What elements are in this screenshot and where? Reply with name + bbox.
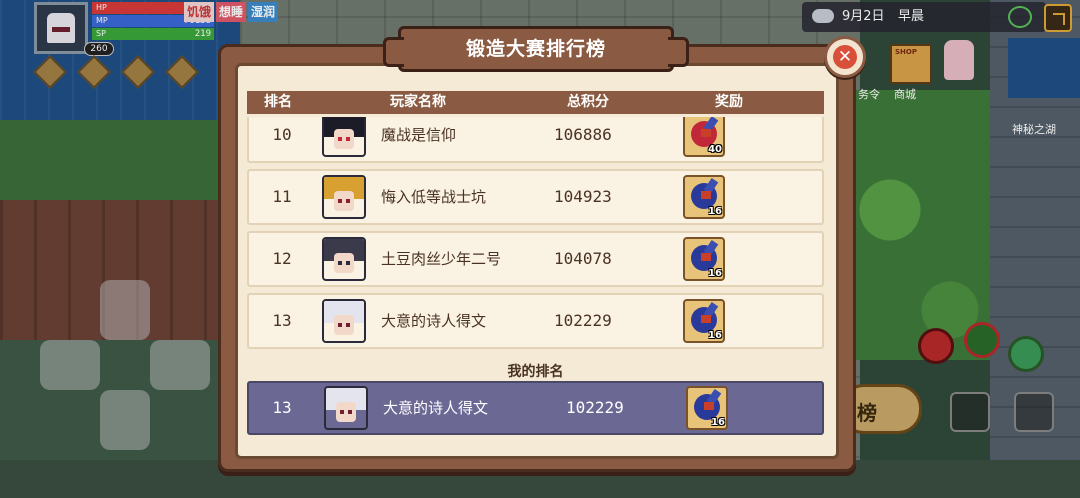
player-avatar[interactable] — [322, 299, 366, 343]
avatar-eye — [338, 261, 342, 265]
reward-item[interactable]: 40 — [683, 117, 725, 157]
avatar-eye — [338, 199, 342, 203]
row-rank: 11 — [272, 187, 292, 206]
avatar-eye — [340, 410, 344, 414]
row-score: 106886 — [554, 125, 612, 144]
reward-item-ribbon — [701, 191, 711, 199]
player-avatar[interactable] — [322, 237, 366, 281]
row-player-name: 魔战是信仰 — [381, 126, 457, 144]
reward-item[interactable]: 16 — [683, 299, 725, 343]
row-player-name: 大意的诗人得文 — [381, 312, 487, 330]
table-row[interactable]: 13 大意的诗人得文 102229 16 — [247, 293, 824, 349]
header-total-score: 总积分 — [567, 94, 609, 110]
close-button[interactable]: ✕ — [824, 36, 866, 78]
reward-item-ribbon — [701, 129, 711, 137]
reward-item[interactable]: 16 — [683, 175, 725, 219]
my-rank-row[interactable]: 13 大意的诗人得文 102229 16 — [247, 381, 824, 435]
player-avatar[interactable] — [324, 386, 368, 430]
table-row[interactable]: 12 土豆肉丝少年二号 104078 16 — [247, 231, 824, 287]
row-rank: 13 — [272, 311, 292, 330]
reward-quantity: 40 — [708, 144, 722, 155]
reward-quantity: 16 — [708, 330, 722, 341]
my-score: 102229 — [566, 398, 624, 417]
player-avatar[interactable] — [322, 117, 366, 157]
table-row[interactable]: 11 悔入低等战士坑 104923 16 — [247, 169, 824, 225]
reward-item-ribbon — [704, 402, 714, 410]
row-rank: 10 — [272, 125, 292, 144]
dialog-title-plaque: 锻造大赛排行榜 — [383, 26, 689, 72]
row-rank: 12 — [272, 249, 292, 268]
avatar-eye — [346, 323, 350, 327]
table-header: 排名 玩家名称 总积分 奖励 — [247, 91, 824, 114]
dialog-title: 锻造大赛排行榜 — [465, 38, 606, 60]
avatar-eye — [338, 323, 342, 327]
my-rank: 13 — [272, 398, 292, 417]
reward-item-ribbon — [701, 315, 711, 323]
reward-item[interactable]: 16 — [683, 237, 725, 281]
avatar-eye — [346, 199, 350, 203]
row-player-name: 悔入低等战士坑 — [381, 188, 487, 206]
ranking-list[interactable]: 10 魔战是信仰 106886 40 11 悔入低等战士坑 104923 16 … — [247, 117, 824, 353]
close-icon[interactable]: ✕ — [833, 45, 857, 69]
avatar-face — [334, 191, 354, 211]
reward-quantity: 16 — [708, 268, 722, 279]
avatar-face — [334, 129, 354, 149]
reward-quantity: 16 — [711, 417, 725, 428]
header-player-name: 玩家名称 — [390, 94, 446, 110]
my-rank-label: 我的排名 — [507, 364, 564, 380]
header-reward: 奖励 — [715, 94, 743, 110]
avatar-face — [334, 253, 354, 273]
table-row[interactable]: 10 魔战是信仰 106886 40 — [247, 117, 824, 163]
reward-item[interactable]: 16 — [686, 386, 728, 430]
player-avatar[interactable] — [322, 175, 366, 219]
row-score: 104923 — [554, 187, 612, 206]
avatar-face — [336, 402, 356, 422]
row-player-name: 土豆肉丝少年二号 — [381, 250, 502, 268]
row-score: 104078 — [554, 249, 612, 268]
reward-item-ribbon — [701, 253, 711, 261]
reward-quantity: 16 — [708, 206, 722, 217]
avatar-face — [334, 315, 354, 335]
my-player-name: 大意的诗人得文 — [383, 399, 489, 417]
avatar-eye — [338, 137, 342, 141]
avatar-eye — [348, 410, 352, 414]
avatar-eye — [346, 261, 350, 265]
header-rank: 排名 — [264, 94, 292, 110]
avatar-eye — [346, 137, 350, 141]
row-score: 102229 — [554, 311, 612, 330]
